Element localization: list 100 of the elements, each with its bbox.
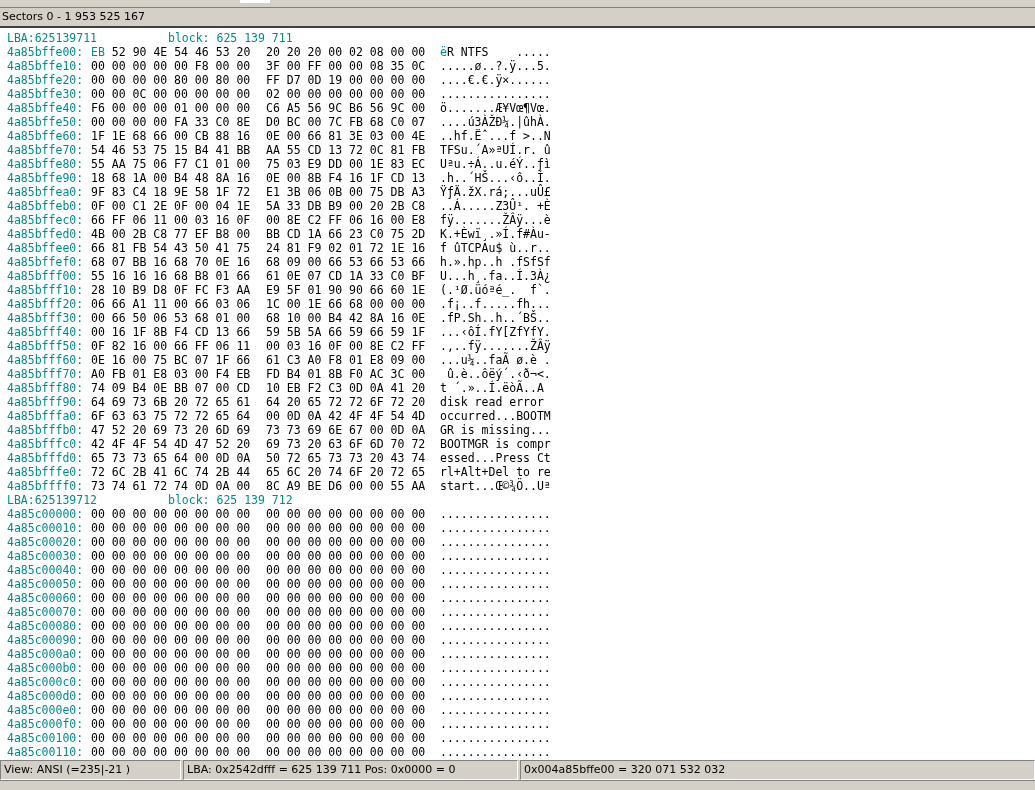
ascii-text: K.+Èwï¸.»Í.f#Àu-	[440, 227, 551, 241]
hex-bytes: 64 20 65 72 72 6F 72 20	[266, 395, 427, 409]
ascii-text: essed...Press Ct	[440, 451, 551, 465]
hex-bytes: 00 00 00 00 FA 33 C0 8E	[91, 115, 251, 129]
hex-bytes: 00 00 00 00 00 F8 00 00	[91, 59, 251, 73]
hex-bytes: 00 00 00 00 00 00 00 00	[266, 577, 427, 591]
ascii-text: R NTFS .....	[446, 45, 551, 59]
row-address: 4a85bffe00:	[7, 45, 85, 59]
row-address: 4a85bffe90:	[7, 171, 85, 185]
block-label: block: 625 139 711	[168, 31, 293, 45]
hex-bytes: 65 6C 20 74 6F 20 72 65	[266, 465, 427, 479]
hex-bytes: 00 00 00 00 00 00 00 00	[91, 661, 251, 675]
row-address: 4a85c000f0:	[7, 717, 85, 731]
status-pane: 0x004a85bffe00 = 320 071 532 032	[520, 760, 1035, 780]
hex-bytes: FF D7 0D 19 00 00 00 00	[266, 73, 427, 87]
hex-bytes: 20 20 20 00 02 08 00 00	[266, 45, 427, 59]
hex-bytes: 61 C3 A0 F8 01 E8 09 00	[266, 353, 427, 367]
ascii-text: ................	[440, 619, 551, 633]
row-address: 4a85bfff30:	[7, 311, 85, 325]
row-address: 4a85c00040:	[7, 563, 85, 577]
hex-bytes: 00 00 00 00 00 00 00 00	[91, 605, 251, 619]
ascii-text: ................	[440, 521, 551, 535]
ascii-text: .‚..fÿ.......ŽÂÿ	[440, 339, 551, 353]
hex-bytes: BB CD 1A 66 23 C0 75 2D	[266, 227, 427, 241]
row-address: 4a85bffe50:	[7, 115, 85, 129]
row-address: 4a85bfff00:	[7, 269, 85, 283]
hex-bytes: 00 00 00 00 00 00 00 00	[266, 521, 427, 535]
row-address: 4a85bfff60:	[7, 353, 85, 367]
ascii-text: ..Á.....Z3Û¹. +È	[440, 199, 551, 213]
hex-bytes: 55 AA 75 06 F7 C1 01 00	[91, 157, 251, 171]
hex-bytes: 00 00 00 00 00 00 00 00	[266, 507, 427, 521]
ascii-text: ..hf.Ëˆ...f >..N	[440, 129, 551, 143]
hex-bytes: 00 00 00 00 00 00 00 00	[91, 535, 251, 549]
hex-bytes: 00 00 00 00 00 00 00 00	[91, 507, 251, 521]
row-address: 4a85bffff0:	[7, 479, 85, 493]
ascii-text: ................	[440, 647, 551, 661]
ascii-text: .h..´HŠ...‹ô..Í.	[440, 171, 551, 185]
hex-bytes: 00 00 00 00 00 00 00 00	[91, 703, 251, 717]
row-address: 4a85bfffa0:	[7, 409, 85, 423]
cursor-char: ë	[440, 45, 447, 59]
status-pane: LBA: 0x2542dfff = 625 139 711 Pos: 0x0000 = 0	[183, 760, 518, 780]
hex-bytes: 3F 00 FF 00 00 08 35 0C	[266, 59, 427, 73]
ascii-text: t ´.»..Í.ëòÃ..A	[440, 381, 544, 395]
hex-bytes: 00 00 00 00 00 00 00 00	[91, 675, 251, 689]
hex-bytes: 00 00 00 00 00 00 00 00	[266, 619, 427, 633]
hex-bytes: 73 74 61 72 74 0D 0A 00	[91, 479, 251, 493]
row-address: 4a85c00090:	[7, 633, 85, 647]
row-address: 4a85bffe80:	[7, 157, 85, 171]
hex-bytes: FD B4 01 8B F0 AC 3C 00	[266, 367, 427, 381]
hex-bytes: 00 00 00 00 00 00 00 00	[91, 591, 251, 605]
status-pane: View: ANSI (=235|-21 )	[0, 760, 181, 780]
ascii-text: fÿ.......ŽÂÿ...è	[440, 213, 551, 227]
hex-bytes: 00 8E C2 FF 06 16 00 E8	[266, 213, 427, 227]
hex-bytes: D0 BC 00 7C FB 68 C0 07	[266, 115, 427, 129]
hex-bytes: 00 00 00 00 00 00 00 00	[91, 549, 251, 563]
ascii-text: ö.......Æ¥Vœ¶Vœ.	[440, 101, 551, 115]
hex-bytes: 72 6C 2B 41 6C 74 2B 44	[91, 465, 251, 479]
hex-bytes: 42 4F 4F 54 4D 47 52 20	[91, 437, 251, 451]
row-address: 4a85bffea0:	[7, 185, 85, 199]
row-address: 4a85c00000:	[7, 507, 85, 521]
hex-bytes: E9 5F 01 90 90 66 60 1E	[266, 283, 427, 297]
row-address: 4a85bfff40:	[7, 325, 85, 339]
hex-bytes: 00 00 00 00 00 00 00 00	[91, 731, 251, 745]
row-address: 4a85bfff90:	[7, 395, 85, 409]
hex-bytes: 02 00 00 00 00 00 00 00	[266, 87, 427, 101]
row-address: 4a85bfff50:	[7, 339, 85, 353]
row-address: 4a85bfff10:	[7, 283, 85, 297]
row-address: 4a85bffef0:	[7, 255, 85, 269]
hex-bytes: 00 00 00 00 80 00 80 00	[91, 73, 251, 87]
ascii-text: .fP.Sh..h..´BŠ..	[440, 311, 551, 325]
hex-bytes: 28 10 B9 D8 0F FC F3 AA	[91, 283, 251, 297]
hex-bytes: 54 46 53 75 15 B4 41 BB	[91, 143, 251, 157]
row-address: 4a85c00020:	[7, 535, 85, 549]
hex-bytes: 00 16 1F 8B F4 CD 13 66	[91, 325, 251, 339]
hex-bytes: 8C A9 BE D6 00 00 55 AA	[266, 479, 427, 493]
hex-bytes: 66 FF 06 11 00 03 16 0F	[91, 213, 251, 227]
ascii-text: ................	[440, 703, 551, 717]
ascii-text: occurred...BOOTM	[440, 409, 551, 423]
row-address: 4a85c000e0:	[7, 703, 85, 717]
hex-bytes: 73 73 69 6E 67 00 0D 0A	[266, 423, 427, 437]
row-address: 4a85c00050:	[7, 577, 85, 591]
hex-bytes: 00 00 00 00 00 00 00 00	[91, 563, 251, 577]
hex-bytes: 00 00 00 00 00 00 00 00	[266, 549, 427, 563]
row-address: 4a85bfff70:	[7, 367, 85, 381]
row-address: 4a85c00060:	[7, 591, 85, 605]
row-address: 4a85bffec0:	[7, 213, 85, 227]
lba-label: LBA:625139712	[7, 493, 98, 507]
cursor-byte[interactable]: EB	[91, 45, 105, 59]
row-address: 4a85c000c0:	[7, 675, 85, 689]
row-address: 4a85bffeb0:	[7, 199, 85, 213]
hex-bytes: E1 3B 06 0B 00 75 DB A3	[266, 185, 427, 199]
hex-bytes: 06 66 A1 11 00 66 03 06	[91, 297, 251, 311]
ascii-text: rl+Alt+Del to re	[440, 465, 551, 479]
hex-bytes: 00 66 50 06 53 68 01 00	[91, 311, 251, 325]
hex-bytes: A0 FB 01 E8 03 00 F4 EB	[91, 367, 251, 381]
hex-bytes: 00 00 00 00 00 00 00 00	[266, 605, 427, 619]
row-address: 4a85bfffe0:	[7, 465, 85, 479]
hex-bytes: 00 00 00 00 00 00 00 00	[91, 577, 251, 591]
ascii-text: ................	[440, 87, 551, 101]
row-address: 4a85c00080:	[7, 619, 85, 633]
